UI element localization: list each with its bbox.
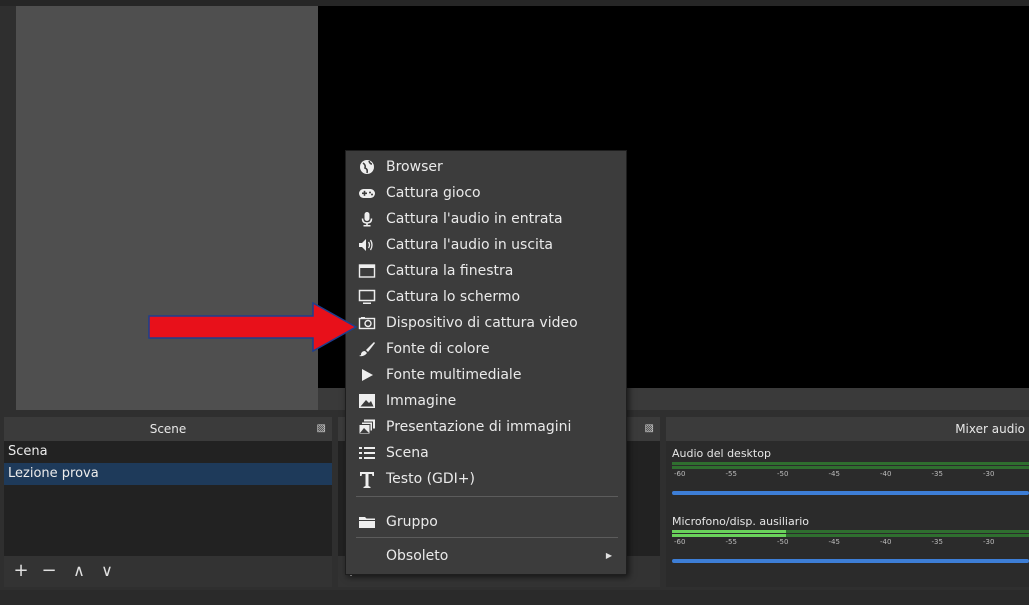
menu-item-label: Gruppo (386, 514, 438, 530)
menu-item-label: Fonte di colore (386, 341, 490, 357)
menu-item-text-gdi[interactable]: Testo (GDI+) (346, 466, 626, 492)
menu-item-image-slideshow[interactable]: Presentazione di immagini (346, 414, 626, 440)
meter-tick-label: -35 (931, 538, 943, 546)
meter-tick-label: -45 (828, 538, 840, 546)
scenes-list: Scena Lezione prova (4, 441, 332, 556)
scene-item-lezione-prova[interactable]: Lezione prova (4, 463, 332, 485)
mixer-dock-title: Mixer audio (666, 417, 1029, 441)
meter-ticks: -60 -55 -50 -45 -40 -35 -30 (672, 538, 1029, 547)
menu-item-label: Cattura gioco (386, 185, 481, 201)
gamepad-icon (358, 185, 376, 201)
menu-separator (356, 496, 618, 497)
menu-item-label: Fonte multimediale (386, 367, 522, 383)
move-scene-up-button[interactable]: ∧ (68, 560, 90, 582)
red-arrow-annotation (148, 302, 358, 352)
scenes-dock: Scene ▧ Scena Lezione prova + − ∧ ∨ (4, 417, 332, 587)
move-scene-down-button[interactable]: ∨ (96, 560, 118, 582)
menu-item-label: Cattura lo schermo (386, 289, 521, 305)
menu-separator (356, 537, 618, 538)
meter-tick-label: -60 (674, 470, 686, 478)
status-bar (0, 590, 1029, 605)
scenes-dock-title: Scene ▧ (4, 417, 332, 441)
meter-tick-label: -50 (777, 470, 789, 478)
microphone-volume-slider[interactable] (672, 559, 1029, 563)
menu-item-deprecated[interactable]: Obsoleto ▶ (346, 543, 626, 569)
desktop-audio-meter (672, 462, 1029, 465)
menu-item-label: Cattura la finestra (386, 263, 514, 279)
globe-icon (358, 159, 376, 175)
menu-item-scene[interactable]: Scena (346, 440, 626, 466)
meter-tick-label: -35 (931, 470, 943, 478)
brush-icon (358, 341, 376, 357)
audio-mixer-dock: Mixer audio Audio del desktop -60 -55 -50-… (666, 417, 1029, 587)
add-scene-button[interactable]: + (10, 560, 32, 582)
meter-ticks: -60 -55 -50 -45 -40 -35 -30 (672, 470, 1029, 479)
desktop-audio-meter-2 (672, 466, 1029, 469)
menu-item-window-capture[interactable]: Cattura la finestra (346, 258, 626, 284)
menu-item-label: Cattura l'audio in uscita (386, 237, 554, 253)
float-dock-icon[interactable]: ▧ (645, 417, 654, 441)
menu-item-label: Dispositivo di cattura video (386, 315, 578, 331)
track-name-microphone: Microfono/disp. ausiliario (672, 515, 810, 528)
float-dock-icon[interactable]: ▧ (317, 417, 326, 441)
remove-scene-button[interactable]: − (38, 560, 60, 582)
meter-tick-label: -45 (828, 470, 840, 478)
menu-item-image[interactable]: Immagine (346, 388, 626, 414)
camera-icon (358, 315, 376, 331)
meter-tick-label: -40 (880, 538, 892, 546)
menu-item-color-source[interactable]: Fonte di colore (346, 336, 626, 362)
meter-tick-label: -30 (983, 470, 995, 478)
menu-item-label: Browser (386, 159, 443, 175)
meter-tick-label: -60 (674, 538, 686, 546)
menu-item-video-capture-device[interactable]: Dispositivo di cattura video (346, 310, 626, 336)
window-icon (358, 263, 376, 279)
list-icon (358, 445, 376, 461)
scene-item-scena[interactable]: Scena (4, 441, 332, 463)
track-name-desktop-audio: Audio del desktop (672, 447, 771, 460)
meter-tick-label: -55 (725, 538, 737, 546)
menu-item-game-capture[interactable]: Cattura gioco (346, 180, 626, 206)
desktop-audio-volume-slider[interactable] (672, 491, 1029, 495)
monitor-icon (358, 289, 376, 305)
add-source-context-menu: Browser Cattura gioco Cattura l'audio in… (345, 150, 627, 575)
microphone-icon (358, 211, 376, 227)
menu-item-label: Obsoleto (386, 548, 449, 564)
meter-tick-label: -30 (983, 538, 995, 546)
meter-tick-label: -40 (880, 470, 892, 478)
microphone-meter-level-2 (672, 534, 786, 537)
play-icon (358, 367, 376, 383)
image-icon (358, 393, 376, 409)
menu-item-media-source[interactable]: Fonte multimediale (346, 362, 626, 388)
microphone-meter-level (672, 530, 786, 533)
slideshow-icon (358, 419, 376, 435)
menu-item-group[interactable]: Gruppo (346, 509, 626, 535)
scenes-title-text: Scene (149, 422, 187, 436)
menu-item-audio-output-capture[interactable]: Cattura l'audio in uscita (346, 232, 626, 258)
folder-icon (358, 514, 376, 530)
menu-item-label: Immagine (386, 393, 457, 409)
submenu-arrow-icon: ▶ (605, 551, 612, 560)
mixer-body: Audio del desktop -60 -55 -50 -45 -40 -35 -30 … (666, 441, 1029, 587)
menu-item-label: Testo (GDI+) (386, 471, 475, 487)
menu-item-browser[interactable]: Browser (346, 154, 626, 180)
menu-item-audio-input-capture[interactable]: Cattura l'audio in entrata (346, 206, 626, 232)
menu-item-screen-capture[interactable]: Cattura lo schermo (346, 284, 626, 310)
meter-tick-label: -55 (725, 470, 737, 478)
menu-item-label: Scena (386, 445, 429, 461)
text-icon (358, 471, 376, 488)
speaker-icon (358, 237, 376, 253)
scenes-toolbar: + − ∧ ∨ (4, 556, 332, 587)
meter-tick-label: -50 (777, 538, 789, 546)
menu-item-label: Presentazione di immagini (386, 419, 572, 435)
menu-item-label: Cattura l'audio in entrata (386, 211, 563, 227)
